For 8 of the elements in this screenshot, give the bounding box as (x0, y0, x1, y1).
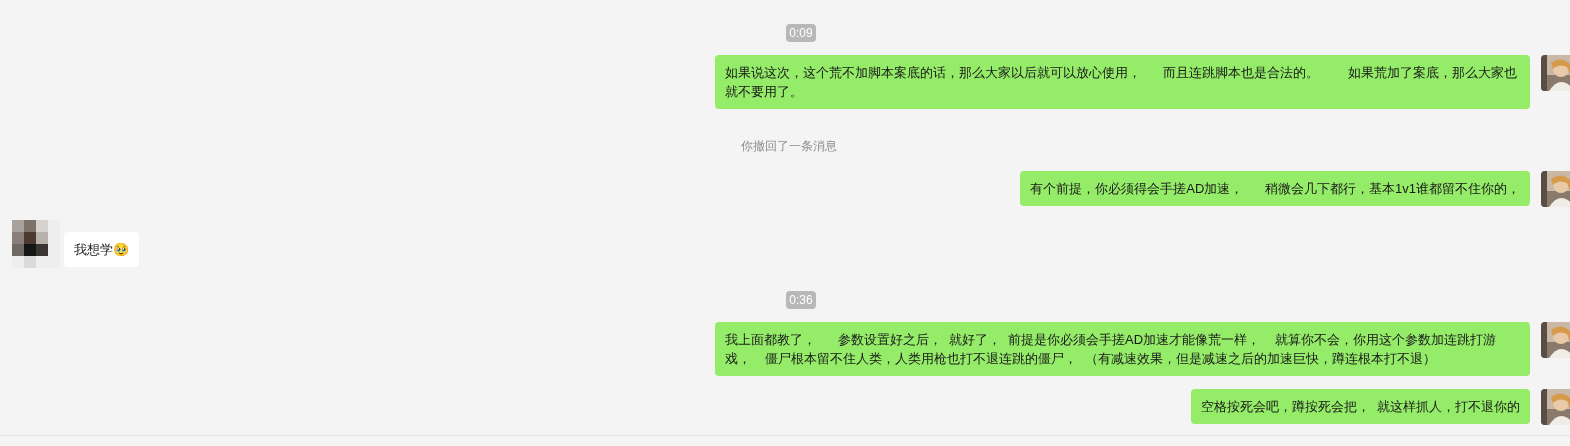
timestamp: 0:36 (786, 291, 816, 309)
message-bubble: 我上面都教了， 参数设置好之后， 就好了， 前提是你必须会手搓AD加速才能像荒一样， 就算你不会，你用这个参数加连跳打游戏， 僵尸根本留不住人类，人类用枪也打不退连跳的僵尸， （有减速效果，但是减速之后的加速巨快，蹲连根本打不退） (715, 322, 1530, 376)
message-bubble: 空格按死会吧，蹲按死会把， 就这样抓人，打不退你的 (1190, 389, 1530, 424)
message-bubble: 我想学🥹 (64, 231, 139, 267)
message-bubble: 如果说这次，这个荒不加脚本案底的话，那么大家以后就可以放心使用， 而且连跳脚本也是合法的。 如果荒加了案底，那么大家也就不要用了。 (715, 55, 1530, 109)
message-bubble: 有个前提，你必须得会手搓AD加速， 稍微会几下都行，基本1v1谁都留不住你的， (1020, 171, 1530, 206)
timestamp: 0:09 (786, 24, 816, 42)
recall-notice: 你撤回了一条消息 (740, 138, 837, 154)
